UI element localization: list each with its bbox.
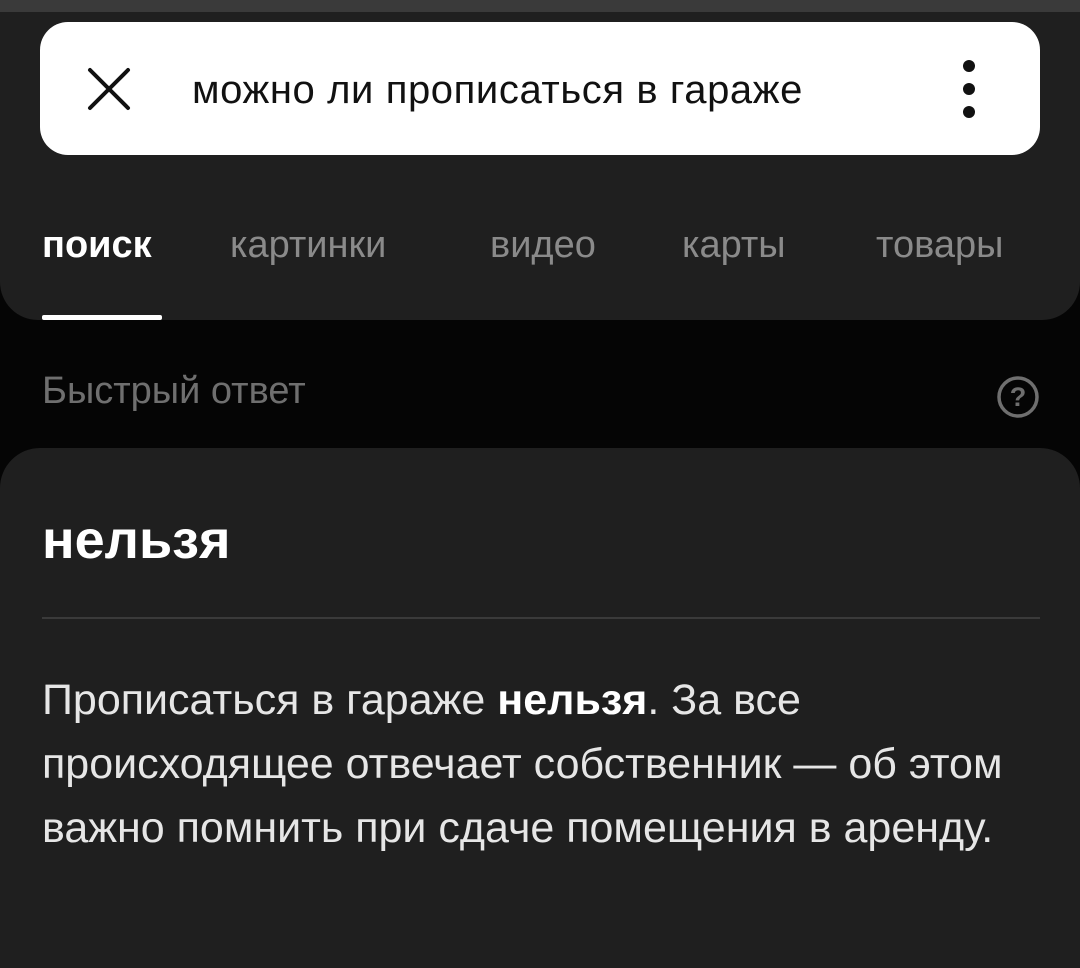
tab-video[interactable]: видео xyxy=(490,220,596,270)
tab-goods[interactable]: товары xyxy=(876,220,1003,270)
tab-images[interactable]: картинки xyxy=(230,220,386,270)
quick-answer-label: Быстрый ответ xyxy=(42,370,306,412)
question-circle-icon[interactable]: ? xyxy=(996,375,1040,419)
close-icon[interactable] xyxy=(86,66,132,112)
answer-title: нельзя xyxy=(42,510,231,570)
tab-search[interactable]: поиск xyxy=(42,220,152,270)
status-strip xyxy=(0,0,1080,12)
search-query[interactable]: можно ли прописаться в гараже xyxy=(192,60,803,120)
divider xyxy=(42,617,1040,619)
active-tab-indicator xyxy=(42,315,162,320)
svg-text:?: ? xyxy=(1010,382,1027,412)
answer-text-start: Прописаться в гараже xyxy=(42,676,498,724)
tab-maps[interactable]: карты xyxy=(682,220,786,270)
answer-text-bold: нельзя xyxy=(497,676,648,724)
answer-text: Прописаться в гараже нельзя. За все прои… xyxy=(42,668,1042,860)
vertical-dots-icon[interactable] xyxy=(954,58,984,120)
